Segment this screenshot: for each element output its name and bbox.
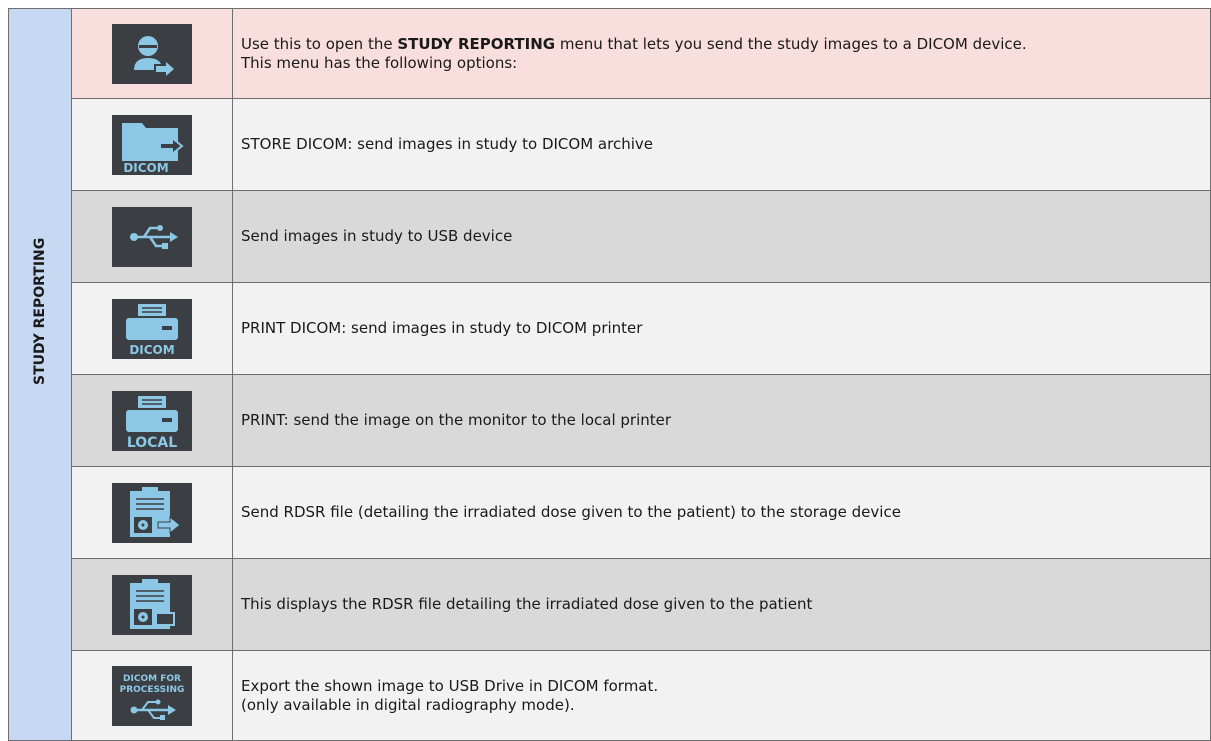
row-description: PRINT: send the image on the monitor to … bbox=[232, 374, 1211, 467]
icon-cell: DICOM bbox=[71, 98, 233, 191]
rdsr-display-icon bbox=[112, 574, 192, 635]
icon-cell: DICOM FOR PROCESSING bbox=[71, 650, 233, 741]
icon-cell: LOCAL bbox=[71, 374, 233, 467]
usb-icon bbox=[112, 206, 192, 267]
row-description: Export the shown image to USB Drive in D… bbox=[232, 650, 1211, 741]
row-description: Send RDSR file (detailing the irradiated… bbox=[232, 466, 1211, 559]
header-text-after: menu that lets you send the study images… bbox=[555, 34, 1027, 53]
store-dicom-icon: DICOM bbox=[112, 114, 192, 175]
table-row: DICOM FOR PROCESSING Export the shown im… bbox=[9, 650, 1211, 741]
table-row: STUDY REPORTING Use this to open the STU… bbox=[8, 8, 1211, 741]
table-row: LOCAL PRINT: send the image on the monit… bbox=[9, 374, 1211, 467]
row-description: PRINT DICOM: send images in study to DIC… bbox=[232, 282, 1211, 375]
table-row: This displays the RDSR file detailing th… bbox=[9, 558, 1211, 651]
row-description: Send images in study to USB device bbox=[232, 190, 1211, 283]
print-dicom-icon: DICOM bbox=[112, 298, 192, 359]
row-description: This displays the RDSR file detailing th… bbox=[232, 558, 1211, 651]
row-description-line-2: (only available in digital radiography m… bbox=[241, 695, 575, 714]
table-row: Send images in study to USB device bbox=[9, 190, 1211, 283]
dicom-processing-icon-text-2: PROCESSING bbox=[120, 685, 185, 695]
table-row: Send RDSR file (detailing the irradiated… bbox=[9, 466, 1211, 559]
icon-cell bbox=[71, 558, 233, 651]
table-row: DICOM PRINT DICOM: send images in study … bbox=[9, 282, 1211, 375]
header-text-bold: STUDY REPORTING bbox=[397, 34, 556, 53]
user-arrow-icon bbox=[112, 23, 192, 84]
row-description-line-1: Export the shown image to USB Drive in D… bbox=[241, 676, 659, 695]
section-label: STUDY REPORTING bbox=[32, 237, 48, 385]
header-text-before: Use this to open the bbox=[241, 34, 398, 53]
section-cell: STUDY REPORTING bbox=[8, 8, 72, 741]
header-text-line2: This menu has the following options: bbox=[241, 53, 518, 72]
table-row: DICOM STORE DICOM: send images in study … bbox=[9, 98, 1211, 191]
icon-cell bbox=[71, 8, 233, 99]
study-reporting-table: STUDY REPORTING Use this to open the STU… bbox=[8, 8, 1211, 741]
dicom-processing-usb-icon: DICOM FOR PROCESSING bbox=[112, 665, 192, 726]
icon-cell bbox=[71, 466, 233, 559]
rdsr-send-icon bbox=[112, 482, 192, 543]
icon-cell bbox=[71, 190, 233, 283]
print-local-icon: LOCAL bbox=[112, 390, 192, 451]
print-local-icon-text: LOCAL bbox=[127, 435, 177, 451]
store-dicom-icon-text: DICOM bbox=[123, 161, 168, 175]
dicom-processing-icon-text-1: DICOM FOR bbox=[123, 674, 181, 684]
row-description: Use this to open the STUDY REPORTING men… bbox=[232, 8, 1211, 99]
icon-cell: DICOM bbox=[71, 282, 233, 375]
row-description: STORE DICOM: send images in study to DIC… bbox=[232, 98, 1211, 191]
print-dicom-icon-text: DICOM bbox=[129, 343, 174, 357]
